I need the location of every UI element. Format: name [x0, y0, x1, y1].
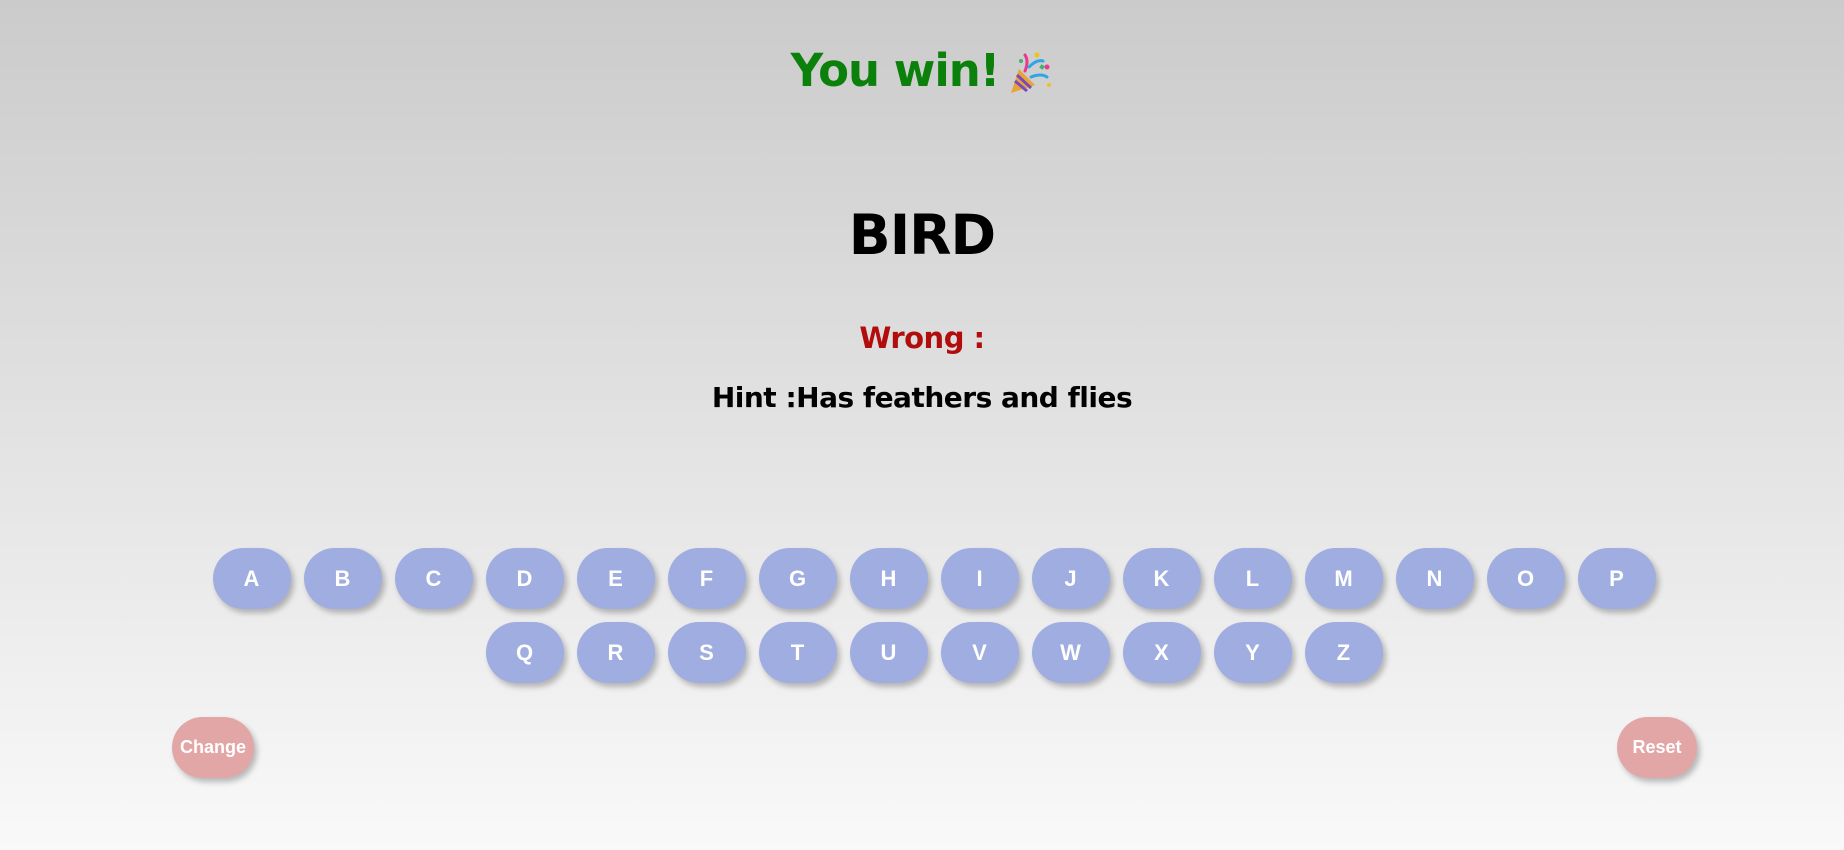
letter-key-o[interactable]: O [1486, 548, 1565, 609]
reset-button[interactable]: Reset [1617, 717, 1697, 778]
letter-key-j[interactable]: J [1031, 548, 1110, 609]
letter-key-r[interactable]: R [576, 622, 655, 683]
letter-key-a[interactable]: A [212, 548, 291, 609]
letter-key-c[interactable]: C [394, 548, 473, 609]
party-popper-icon [1011, 52, 1052, 93]
letter-key-e[interactable]: E [576, 548, 655, 609]
letter-key-y[interactable]: Y [1213, 622, 1292, 683]
letter-key-b[interactable]: B [303, 548, 382, 609]
letter-key-z[interactable]: Z [1304, 622, 1383, 683]
status-message: You win! [790, 44, 1001, 97]
letter-key-i[interactable]: I [940, 548, 1019, 609]
letter-keyboard: ABCDEFGHIJKLMNOP QRSTUVWXYZ [209, 548, 1659, 696]
change-button[interactable]: Change [172, 717, 254, 778]
letter-key-l[interactable]: L [1213, 548, 1292, 609]
letter-key-q[interactable]: Q [485, 622, 564, 683]
hint-text: Hint :Has feathers and flies [711, 381, 1133, 414]
letter-key-p[interactable]: P [1577, 548, 1656, 609]
letter-key-g[interactable]: G [758, 548, 837, 609]
letter-key-w[interactable]: W [1031, 622, 1110, 683]
letter-key-h[interactable]: H [849, 548, 928, 609]
letter-key-k[interactable]: K [1122, 548, 1201, 609]
letter-key-s[interactable]: S [667, 622, 746, 683]
game-status: You win! [0, 42, 1844, 100]
letter-key-x[interactable]: X [1122, 622, 1201, 683]
letter-key-u[interactable]: U [849, 622, 928, 683]
keyboard-row-2: QRSTUVWXYZ [209, 622, 1659, 683]
letter-key-f[interactable]: F [667, 548, 746, 609]
revealed-word: BIRD [848, 203, 996, 267]
letter-key-v[interactable]: V [940, 622, 1019, 683]
letter-key-n[interactable]: N [1395, 548, 1474, 609]
letter-key-t[interactable]: T [758, 622, 837, 683]
wrong-guesses: Wrong : [0, 318, 1844, 358]
letter-key-d[interactable]: D [485, 548, 564, 609]
keyboard-row-1: ABCDEFGHIJKLMNOP [209, 548, 1659, 609]
letter-key-m[interactable]: M [1304, 548, 1383, 609]
wrong-label: Wrong : [859, 321, 985, 355]
